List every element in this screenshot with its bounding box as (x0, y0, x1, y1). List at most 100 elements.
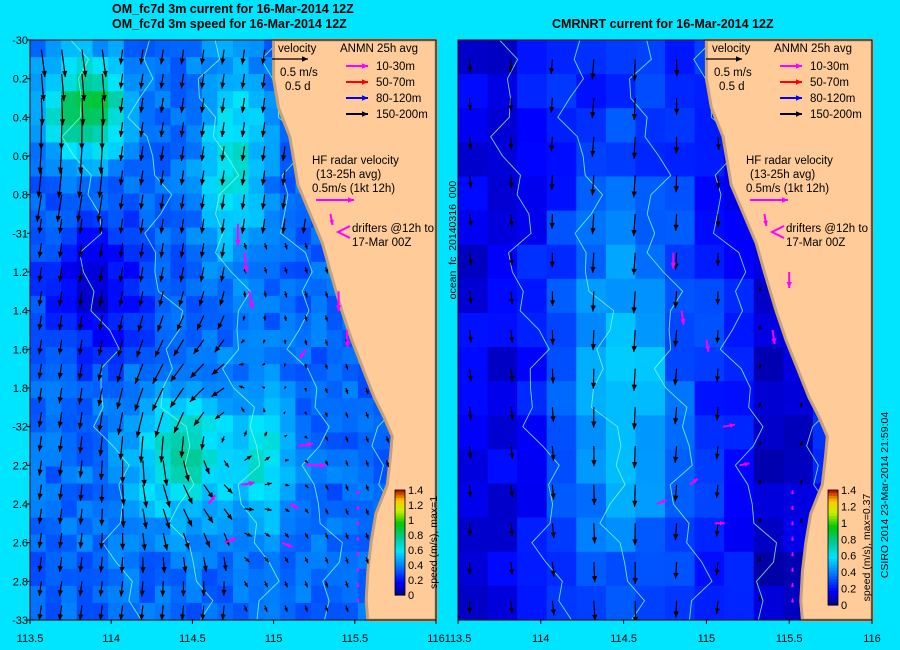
speed-cell (311, 551, 328, 570)
speed-cell (753, 551, 784, 587)
speed-cell (170, 534, 187, 553)
y-tick-label: 1.4 (13, 306, 28, 318)
speed-cell (487, 585, 518, 620)
speed-cell (217, 517, 234, 536)
speed-cell (635, 176, 666, 212)
speed-cell (76, 142, 93, 161)
speed-cell (546, 74, 577, 109)
speed-cell (279, 415, 296, 433)
speed-cell (45, 449, 62, 468)
left-panel (29, 38, 438, 622)
speed-cell (546, 278, 577, 314)
speed-cell (217, 244, 234, 263)
speed-cell (724, 449, 755, 485)
speed-cell (326, 466, 343, 485)
speed-cell (546, 415, 577, 450)
anmn-depth-label: 150-200m (810, 109, 862, 121)
speed-cell (123, 74, 140, 92)
speed-cell (326, 381, 343, 399)
speed-cell (30, 483, 47, 502)
speed-cell (264, 210, 281, 229)
speed-cell (311, 261, 328, 280)
x-tick-label: 113.5 (17, 633, 44, 645)
speed-cell (233, 227, 250, 246)
speed-cell (233, 483, 250, 502)
speed-cell (458, 278, 489, 314)
speed-cell (61, 244, 78, 263)
speed-cell (201, 398, 218, 416)
speed-cell (264, 295, 281, 314)
speed-cell (30, 415, 47, 433)
speed-cell (605, 585, 637, 620)
speed-cell (311, 568, 328, 587)
speed-cell (295, 398, 312, 416)
speed-cell (217, 91, 234, 109)
speed-cell (264, 142, 281, 161)
speed-cell (576, 585, 607, 620)
speed-cell (487, 142, 518, 178)
speed-cell (753, 585, 784, 620)
speed-cell (61, 381, 78, 399)
speed-cell (248, 585, 265, 604)
colorbar-tick: 1.4 (408, 485, 423, 497)
speed-cell (665, 415, 696, 450)
speed-cell (342, 449, 359, 468)
speed-cell (279, 312, 296, 331)
speed-cell (248, 517, 265, 536)
drifter-legend-line1: drifters @12h to (786, 223, 868, 235)
speed-cell (458, 74, 489, 109)
speed-cell (576, 551, 607, 587)
speed-cell (635, 347, 666, 382)
speed-cell (326, 500, 343, 519)
credit-label: CSIRO 2014 23-Mar-2014 21:59:04 (879, 412, 891, 579)
speed-cell (264, 193, 281, 212)
speed-cell (170, 278, 187, 297)
x-tick-label: 115.5 (341, 633, 368, 645)
speed-cell (186, 500, 203, 519)
speed-cell (123, 381, 140, 399)
speed-cell (342, 602, 359, 620)
speed-cell (154, 364, 172, 382)
speed-cell (139, 551, 156, 570)
anmn-title: ANMN 25h avg (340, 43, 418, 55)
speed-cell (233, 534, 250, 553)
speed-cell (201, 244, 218, 263)
speed-cell (201, 227, 218, 246)
speed-cell (61, 500, 78, 519)
speed-cell (233, 91, 250, 109)
speed-cell (186, 244, 203, 263)
hf-legend-line2: (13-25h avg) (316, 169, 381, 181)
speed-cell (326, 449, 343, 468)
x-tick-label: 116 (427, 633, 445, 645)
speed-cell (217, 227, 234, 246)
speed-cell (635, 585, 666, 620)
speed-cell (264, 466, 281, 485)
speed-cell (326, 312, 343, 331)
speed-cell (576, 40, 607, 75)
speed-cell (342, 568, 359, 587)
speed-cell (61, 261, 78, 280)
speed-cell (92, 330, 109, 348)
speed-cell (233, 330, 250, 348)
speed-cell (517, 415, 548, 450)
speed-cell (458, 210, 489, 246)
speed-cell (264, 312, 281, 331)
speed-cell (170, 125, 187, 143)
speed-cell (605, 108, 637, 143)
speed-cell (576, 74, 607, 109)
speed-cell (217, 108, 234, 126)
speed-cell (264, 381, 281, 399)
speed-cell (248, 534, 265, 553)
y-tick-label: 0.4 (13, 112, 28, 124)
speed-cell (665, 74, 696, 109)
speed-cell (248, 364, 265, 382)
speed-cell (487, 108, 518, 143)
speed-cell (61, 415, 78, 433)
speed-cell (517, 210, 548, 246)
speed-cell (694, 278, 725, 314)
speed-cell (248, 568, 265, 587)
y-tick-label: 2.8 (13, 576, 28, 588)
drifter-legend-line2: 17-Mar 00Z (352, 237, 411, 249)
speed-cell (295, 364, 312, 382)
speed-cell (279, 364, 296, 382)
